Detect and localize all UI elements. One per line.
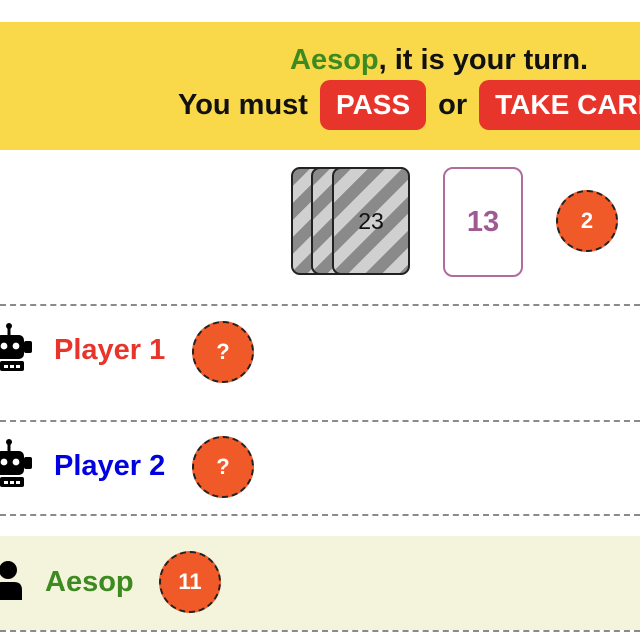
- player-name: Player 2: [54, 450, 166, 482]
- player-token-count: ?: [192, 436, 254, 498]
- player-token-count: 11: [159, 551, 221, 613]
- player-row: Player 2 ?: [0, 422, 640, 514]
- action-prompt: You must PASS or TAKE CARD: [178, 80, 640, 130]
- pot-token: 2: [556, 190, 618, 252]
- player-name: Player 1: [54, 334, 166, 366]
- divider: [0, 630, 640, 632]
- player-row-current: Aesop 11: [0, 536, 640, 630]
- player-row: Player 1 ?: [0, 306, 640, 420]
- player-token-count: ?: [192, 321, 254, 383]
- pass-button[interactable]: PASS: [319, 80, 427, 130]
- turn-banner: Aesop, it is your turn. You must PASS or…: [0, 22, 640, 150]
- player-name: Aesop: [45, 566, 134, 598]
- turn-message: Aesop, it is your turn.: [290, 44, 588, 77]
- table-area: 23 13 2: [0, 150, 640, 304]
- or-text: or: [438, 88, 468, 121]
- deck-count: 23: [358, 207, 384, 234]
- person-icon: [0, 561, 22, 600]
- robot-icon: [0, 323, 32, 371]
- turn-text: , it is your turn.: [378, 44, 589, 76]
- current-player-name: Aesop: [290, 44, 379, 76]
- must-text: You must: [178, 88, 308, 121]
- divider: [0, 514, 640, 516]
- face-up-card: 13: [443, 167, 523, 277]
- robot-icon: [0, 439, 32, 487]
- take-card-button[interactable]: TAKE CARD: [479, 80, 640, 130]
